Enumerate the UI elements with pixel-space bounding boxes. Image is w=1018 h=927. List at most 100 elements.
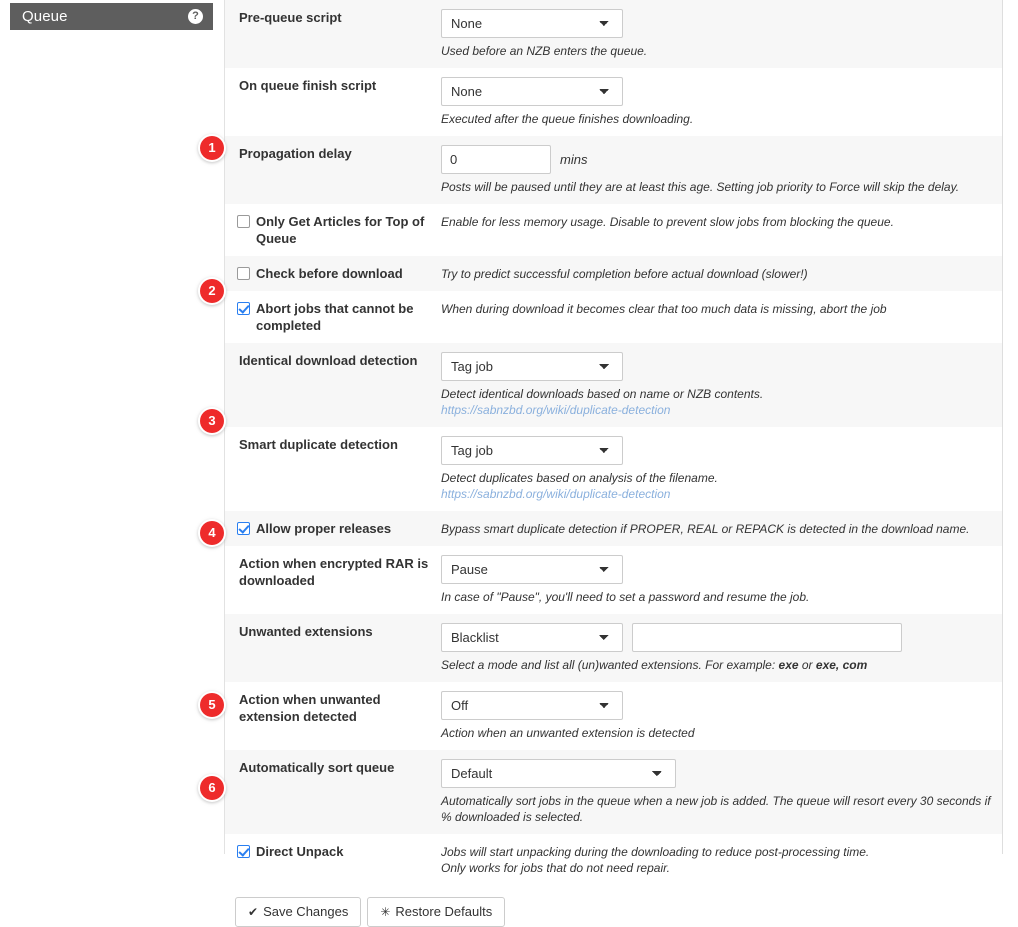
setting-field: Try to predict successful completion bef… [441,265,1002,282]
smart-duplicate-detection-select[interactable]: Tag job [441,436,623,465]
setting-help-text: Enable for less memory usage. Disable to… [441,214,992,230]
setting-row-propagation-delay: Propagation delay mins Posts will be pau… [225,136,1002,204]
asterisk-icon: ✳ [380,898,390,926]
encrypted-rar-action-select[interactable]: Pause [441,555,623,584]
setting-help-text: Detect identical downloads based on name… [441,386,992,402]
setting-help-text: Used before an NZB enters the queue. [441,43,992,59]
setting-help-text: Automatically sort jobs in the queue whe… [441,793,992,825]
save-changes-label: Save Changes [263,898,348,926]
setting-field: Off Action when an unwanted extension is… [441,691,1002,741]
setting-label: On queue finish script [225,77,441,127]
save-changes-button[interactable]: ✔ Save Changes [235,897,361,927]
callout-badge-4: 4 [200,521,224,545]
duplicate-detection-wiki-link[interactable]: https://sabnzbd.org/wiki/duplicate-detec… [441,402,992,418]
setting-label-wrap[interactable]: Only Get Articles for Top of Queue [225,213,441,247]
setting-help-text: Action when an unwanted extension is det… [441,725,992,741]
sidebar-tab-label: Queue [22,3,68,30]
callout-badge-2: 2 [200,279,224,303]
unwanted-extensions-input[interactable] [632,623,902,652]
propagation-delay-unit: mins [560,152,587,167]
duplicate-detection-wiki-link[interactable]: https://sabnzbd.org/wiki/duplicate-detec… [441,486,992,502]
setting-field: When during download it becomes clear th… [441,300,1002,334]
setting-help-text: Try to predict successful completion bef… [441,266,992,282]
setting-field: Tag job Detect identical downloads based… [441,352,1002,418]
setting-label: Action when unwanted extension detected [225,691,441,741]
callout-badge-5: 5 [200,693,224,717]
setting-help-text: Select a mode and list all (un)wanted ex… [441,657,992,673]
direct-unpack-checkbox[interactable] [237,845,250,858]
setting-row-pre-queue-script: Pre-queue script None Used before an NZB… [225,0,1002,68]
setting-row-check-before-download: Check before download Try to predict suc… [225,256,1002,291]
setting-row-abort-jobs: Abort jobs that cannot be completed When… [225,291,1002,343]
restore-defaults-label: Restore Defaults [395,898,492,926]
restore-defaults-button[interactable]: ✳ Restore Defaults [367,897,505,927]
setting-row-direct-unpack: Direct Unpack Jobs will start unpacking … [225,834,1002,885]
help-part-1: Select a mode and list all (un)wanted ex… [441,658,779,672]
setting-label: Only Get Articles for Top of Queue [256,213,433,247]
setting-label: Check before download [256,265,403,282]
setting-help-text-2: Only works for jobs that do not need rep… [441,860,992,876]
allow-proper-releases-checkbox[interactable] [237,522,250,535]
on-queue-finish-script-select[interactable]: None [441,77,623,106]
setting-label: Propagation delay [225,145,441,195]
help-part-2: or [799,658,816,672]
setting-label: Smart duplicate detection [225,436,441,502]
identical-download-detection-select[interactable]: Tag job [441,352,623,381]
setting-field: Pause In case of "Pause", you'll need to… [441,555,1002,605]
setting-label: Identical download detection [225,352,441,418]
setting-field: Bypass smart duplicate detection if PROP… [441,520,1002,537]
setting-label: Action when encrypted RAR is downloaded [225,555,441,605]
setting-help-text: In case of "Pause", you'll need to set a… [441,589,992,605]
setting-help-text: Executed after the queue finishes downlo… [441,111,992,127]
setting-label: Direct Unpack [256,843,343,860]
setting-help-text: Bypass smart duplicate detection if PROP… [441,521,992,537]
setting-row-unwanted-extensions: Unwanted extensions Blacklist Select a m… [225,614,1002,682]
callout-badge-6: 6 [200,776,224,800]
setting-field: Tag job Detect duplicates based on analy… [441,436,1002,502]
form-actions: ✔ Save Changes ✳ Restore Defaults [225,885,1002,927]
setting-row-auto-sort-queue: Automatically sort queue Default Automat… [225,750,1002,834]
setting-label-wrap[interactable]: Allow proper releases [225,520,441,537]
setting-label-wrap[interactable]: Abort jobs that cannot be completed [225,300,441,334]
help-example-1: exe [779,658,799,672]
unwanted-extensions-mode-select[interactable]: Blacklist [441,623,623,652]
pre-queue-script-select[interactable]: None [441,9,623,38]
setting-label: Automatically sort queue [225,759,441,825]
setting-field: None Executed after the queue finishes d… [441,77,1002,127]
setting-field: Enable for less memory usage. Disable to… [441,213,1002,247]
propagation-delay-input[interactable] [441,145,551,174]
callout-badge-3: 3 [200,409,224,433]
setting-row-allow-proper-releases: Allow proper releases Bypass smart dupli… [225,511,1002,546]
setting-field: mins Posts will be paused until they are… [441,145,1002,195]
setting-help-text: Posts will be paused until they are at l… [441,179,992,195]
setting-field: Jobs will start unpacking during the dow… [441,843,1002,876]
setting-help-text: Detect duplicates based on analysis of t… [441,470,992,486]
setting-label: Pre-queue script [225,9,441,59]
only-get-articles-checkbox[interactable] [237,215,250,228]
setting-row-smart-duplicate-detection: Smart duplicate detection Tag job Detect… [225,427,1002,511]
setting-field: Default Automatically sort jobs in the q… [441,759,1002,825]
setting-label-wrap[interactable]: Direct Unpack [225,843,441,876]
queue-settings-panel: Pre-queue script None Used before an NZB… [224,0,1003,854]
setting-label-wrap[interactable]: Check before download [225,265,441,282]
unwanted-extension-action-select[interactable]: Off [441,691,623,720]
sidebar-tab-queue[interactable]: Queue ? [10,3,213,30]
check-before-download-checkbox[interactable] [237,267,250,280]
setting-row-encrypted-rar-action: Action when encrypted RAR is downloaded … [225,546,1002,614]
settings-page: Queue ? Pre-queue script None Used befor… [0,0,1018,854]
help-example-2: exe, com [816,658,867,672]
setting-row-identical-download-detection: Identical download detection Tag job Det… [225,343,1002,427]
setting-field: Blacklist Select a mode and list all (un… [441,623,1002,673]
abort-jobs-checkbox[interactable] [237,302,250,315]
setting-label: Allow proper releases [256,520,391,537]
setting-label: Unwanted extensions [225,623,441,673]
auto-sort-queue-select[interactable]: Default [441,759,676,788]
setting-help-text: When during download it becomes clear th… [441,301,992,317]
setting-row-unwanted-extension-action: Action when unwanted extension detected … [225,682,1002,750]
question-circle-icon[interactable]: ? [188,9,203,24]
check-icon: ✔ [248,898,258,926]
setting-label: Abort jobs that cannot be completed [256,300,433,334]
callout-badge-1: 1 [200,136,224,160]
setting-row-on-queue-finish-script: On queue finish script None Executed aft… [225,68,1002,136]
setting-field: None Used before an NZB enters the queue… [441,9,1002,59]
